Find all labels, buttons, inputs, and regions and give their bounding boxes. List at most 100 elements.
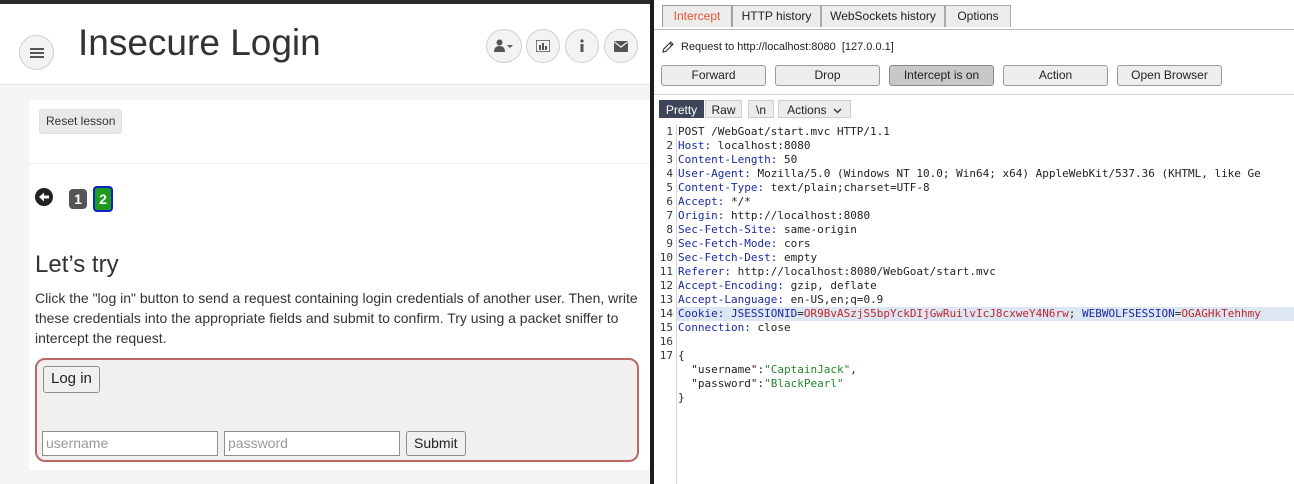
header-value: same-origin <box>783 223 857 236</box>
header-line: Referer: http://localhost:8080/WebGoat/s… <box>678 265 996 278</box>
log-in-button[interactable]: Log in <box>43 366 100 393</box>
tab-intercept[interactable]: Intercept <box>662 5 732 27</box>
line-number: 1 <box>666 125 673 138</box>
header-value: 50 <box>783 153 798 166</box>
request-editor[interactable]: 1 2 3 4 5 6 7 8 9 10 11 12 13 14 15 16 1… <box>654 124 1294 484</box>
submit-button[interactable]: Submit <box>406 431 466 456</box>
info-icon <box>580 39 584 52</box>
password-input[interactable]: password <box>224 431 400 456</box>
request-line: POST /WebGoat/start.mvc HTTP/1.1 <box>678 125 890 138</box>
cookie-header-line: Cookie: JSESSIONID=OR9BvASzjS5bpYckDIjGw… <box>678 307 1261 320</box>
line-number: 12 <box>659 279 673 292</box>
line-number: 13 <box>659 293 673 306</box>
json-value: "BlackPearl" <box>764 377 844 390</box>
header-name: Content-Type <box>678 181 758 194</box>
divider <box>654 94 1294 95</box>
drop-button[interactable]: Drop <box>775 65 880 86</box>
line-number: 11 <box>659 265 673 278</box>
previous-page-arrow-icon[interactable] <box>35 188 53 206</box>
header-name: Sec-Fetch-Mode <box>678 237 771 250</box>
request-target-text: Request to http://localhost:8080 [127.0.… <box>681 41 894 53</box>
header-value: */* <box>731 195 751 208</box>
line-number: 17 <box>659 349 673 362</box>
pencil-icon <box>662 41 674 53</box>
json-key: "username" <box>691 363 758 376</box>
json-line: "password":"BlackPearl" <box>691 377 844 390</box>
request-target: Request to http://localhost:8080 [127.0.… <box>661 40 894 54</box>
header-name: Accept-Encoding <box>678 279 778 292</box>
tab-http-history[interactable]: HTTP history <box>732 5 821 27</box>
page-link-1[interactable]: 1 <box>69 189 87 209</box>
open-browser-button[interactable]: Open Browser <box>1117 65 1222 86</box>
reset-lesson-button[interactable]: Reset lesson <box>39 109 123 134</box>
intercept-toggle-button[interactable]: Intercept is on <box>889 65 994 86</box>
page-link-2-active[interactable]: 2 <box>93 186 113 212</box>
cookie-name: WEBWOLFSESSION <box>1082 307 1175 320</box>
actions-label: Actions <box>787 103 827 117</box>
header-value: cors <box>783 237 811 250</box>
header-name: User-Agent <box>678 167 745 180</box>
line-number: 5 <box>666 181 673 194</box>
bar-chart-icon <box>536 40 550 52</box>
header-name: Connection <box>678 321 745 334</box>
about-button[interactable] <box>565 29 599 63</box>
json-key: "password" <box>691 377 758 390</box>
tab-newline[interactable]: \n <box>748 100 774 118</box>
line-number: 16 <box>659 335 673 348</box>
action-button[interactable]: Action <box>1003 65 1108 86</box>
cookie-value: OR9BvASzjS5bpYckDIjGwRuilvIcJ8cxweY4N6rw <box>803 307 1069 320</box>
header-line: Host: localhost:8080 <box>678 139 811 152</box>
header-value: close <box>757 321 791 334</box>
cookie-name: JSESSIONID <box>731 307 798 320</box>
proxy-tabs: Intercept HTTP history WebSockets histor… <box>654 0 1294 30</box>
json-value: "CaptainJack" <box>764 363 851 376</box>
header-value: http://localhost:8080 <box>731 209 871 222</box>
header-value: localhost:8080 <box>717 139 811 152</box>
line-number: 6 <box>666 195 673 208</box>
header-line: Accept: */* <box>678 195 751 208</box>
webgoat-window: Insecure Login Reset lesson 1 2 Let’s tr… <box>0 0 650 484</box>
forward-button[interactable]: Forward <box>661 65 766 86</box>
line-number: 3 <box>666 153 673 166</box>
actions-dropdown[interactable]: Actions <box>778 100 851 118</box>
line-number: 9 <box>666 237 673 250</box>
user-menu-button[interactable] <box>486 29 522 63</box>
header-name: Sec-Fetch-Dest <box>678 251 771 264</box>
report-card-button[interactable] <box>526 29 560 63</box>
divider <box>29 163 650 164</box>
header-name: Origin <box>678 209 718 222</box>
hamburger-icon <box>29 47 44 58</box>
header-line: Content-Length: 50 <box>678 153 798 166</box>
contact-button[interactable] <box>604 29 638 63</box>
header-name: Content-Length <box>678 153 771 166</box>
menu-toggle-button[interactable] <box>19 35 54 70</box>
cookie-value: OGAGHkTehhmy <box>1181 307 1261 320</box>
header-line: Connection: close <box>678 321 791 334</box>
tab-pretty[interactable]: Pretty <box>659 100 704 118</box>
header-line: Sec-Fetch-Dest: empty <box>678 251 818 264</box>
lesson-description: Click the "log in" button to send a requ… <box>35 290 638 346</box>
tab-websockets-history[interactable]: WebSockets history <box>821 5 945 27</box>
lesson-heading: Let’s try <box>35 251 119 278</box>
line-number: 14 <box>659 307 673 320</box>
header-line: Accept-Encoding: gzip, deflate <box>678 279 877 292</box>
header-name: Cookie <box>678 307 718 320</box>
json-brace: } <box>678 391 685 404</box>
tab-options[interactable]: Options <box>945 5 1011 27</box>
line-number: 4 <box>666 167 673 180</box>
tab-raw[interactable]: Raw <box>705 100 742 118</box>
page-title: Insecure Login <box>78 22 321 63</box>
line-number-gutter: 1 2 3 4 5 6 7 8 9 10 11 12 13 14 15 16 1… <box>654 124 677 484</box>
header-value: Mozilla/5.0 (Windows NT 10.0; Win64; x64… <box>757 167 1261 180</box>
header-line: User-Agent: Mozilla/5.0 (Windows NT 10.0… <box>678 167 1261 180</box>
username-input[interactable]: username <box>42 431 218 456</box>
header-name: Accept <box>678 195 718 208</box>
user-icon <box>494 39 513 52</box>
attack-form: Log in username password Submit <box>35 358 639 462</box>
line-number: 10 <box>659 251 673 264</box>
line-number: 8 <box>666 223 673 236</box>
header-value: en-US,en;q=0.9 <box>790 293 884 306</box>
json-line: "username":"CaptainJack", <box>691 363 857 376</box>
header-value: empty <box>783 251 818 264</box>
header-value: text/plain;charset=UTF-8 <box>770 181 930 194</box>
